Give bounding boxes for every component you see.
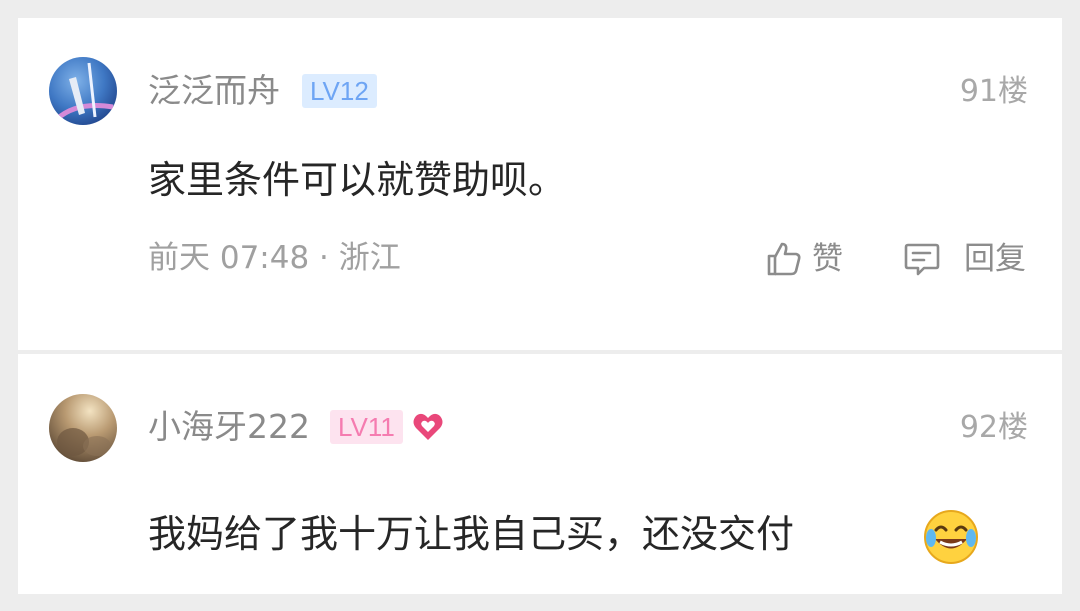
comment-text: 我妈给了我十万让我自己买，还没交付 xyxy=(148,512,795,556)
like-label: 赞 xyxy=(812,241,843,277)
comment-icon xyxy=(902,239,942,279)
comment-meta: 前天 07:48 · 浙江 xyxy=(148,240,401,276)
floor-number: 92楼 xyxy=(959,410,1028,445)
reply-label: 回复 xyxy=(964,241,1026,277)
floor-number: 91楼 xyxy=(959,74,1028,109)
level-badge: LV11 xyxy=(330,410,403,444)
comment-feed: 泛泛而舟 LV12 91楼 家里条件可以就赞助呗。 前天 07:48 · 浙江 … xyxy=(0,0,1080,611)
comment-text: 家里条件可以就赞助呗。 xyxy=(148,158,567,202)
username[interactable]: 泛泛而舟 xyxy=(148,71,280,111)
thumbs-up-icon xyxy=(764,239,804,279)
level-badge: LV12 xyxy=(302,74,377,108)
reply-button[interactable]: 回复 xyxy=(902,239,1026,279)
username[interactable]: 小海牙222 xyxy=(148,407,310,447)
laughing-tears-emoji xyxy=(922,508,980,570)
avatar[interactable] xyxy=(49,394,117,462)
like-button[interactable]: 赞 xyxy=(764,239,843,279)
heart-icon xyxy=(412,412,444,446)
avatar[interactable] xyxy=(49,57,117,125)
comment-item: 小海牙222 LV11 92楼 我妈给了我十万让我自己买，还没交付 xyxy=(18,354,1062,594)
comment-item: 泛泛而舟 LV12 91楼 家里条件可以就赞助呗。 前天 07:48 · 浙江 … xyxy=(18,18,1062,350)
